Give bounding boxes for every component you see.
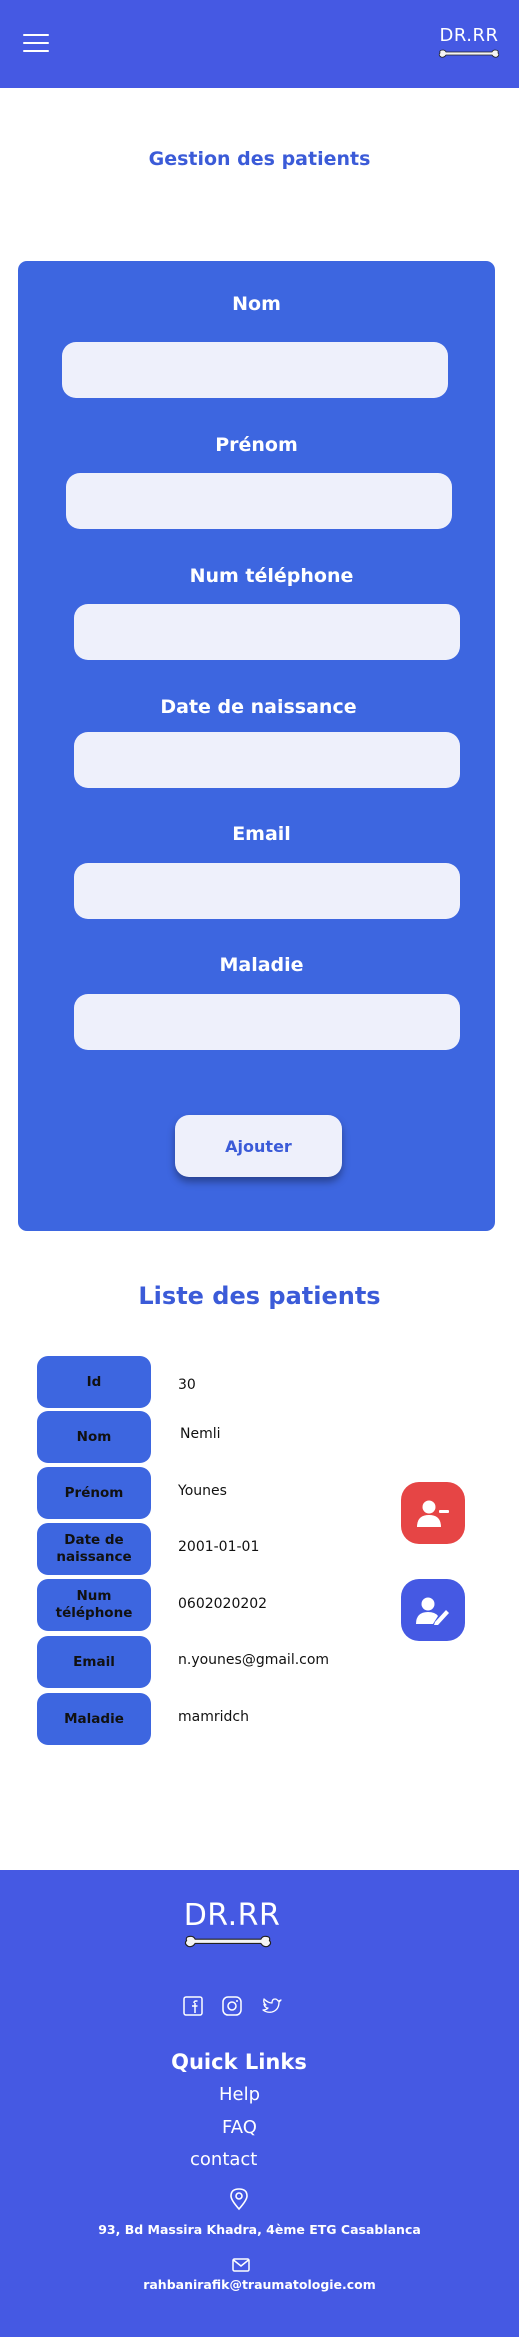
email-label: Email — [232, 823, 291, 845]
telephone-label: Num téléphone — [189, 565, 354, 587]
edit-patient-button[interactable] — [401, 1579, 465, 1641]
header-logo-text: DR.RR — [439, 25, 499, 46]
row-value-prenom: Younes — [178, 1483, 227, 1499]
footer-address: 93, Bd Massira Khadra, 4ème ETG Casablan… — [98, 2222, 421, 2237]
location-pin-icon — [230, 2188, 248, 2211]
row-value-maladie: mamridch — [178, 1709, 249, 1725]
date-naissance-label: Date de naissance — [160, 696, 357, 718]
maladie-input[interactable] — [74, 994, 460, 1050]
date-naissance-input[interactable] — [74, 732, 460, 788]
footer-logo-text: DR.RR — [183, 1898, 281, 1933]
footer-link-faq[interactable]: FAQ — [222, 2117, 257, 2138]
header-logo[interactable]: DR.RR — [437, 26, 501, 60]
patient-form-card: Nom Prénom Num téléphone Date de naissan… — [18, 261, 495, 1231]
row-key-prenom: Prénom — [37, 1467, 151, 1519]
list-title: Liste des patients — [138, 1282, 381, 1310]
email-input[interactable] — [74, 863, 460, 919]
footer-email[interactable]: rahbanirafik@traumatologie.com — [0, 2277, 519, 2292]
row-key-email: Email — [37, 1636, 151, 1688]
footer-logo[interactable]: DR.RR — [178, 1900, 286, 1956]
user-minus-icon — [417, 1500, 449, 1527]
nom-input[interactable] — [62, 342, 448, 398]
bone-icon — [438, 49, 500, 58]
twitter-icon[interactable] — [262, 1996, 282, 2016]
quick-links-title: Quick Links — [171, 2050, 307, 2074]
prenom-input[interactable] — [66, 473, 452, 529]
facebook-icon[interactable] — [183, 1996, 203, 2016]
row-value-telephone: 0602020202 — [178, 1596, 268, 1612]
instagram-icon[interactable] — [222, 1996, 242, 2016]
footer-link-help[interactable]: Help — [219, 2084, 260, 2105]
user-edit-icon — [416, 1597, 449, 1625]
row-key-nom: Nom — [37, 1411, 151, 1463]
footer: DR.RR Quick Links Help FAQ contact 93, B… — [0, 1870, 519, 2337]
row-key-telephone: Num téléphone — [37, 1579, 151, 1631]
row-value-email: n.younes@gmail.com — [178, 1652, 330, 1668]
row-value-date-naissance: 2001-01-01 — [178, 1539, 260, 1555]
prenom-label: Prénom — [215, 434, 298, 456]
ajouter-button[interactable]: Ajouter — [175, 1115, 342, 1177]
row-key-maladie: Maladie — [37, 1693, 151, 1745]
footer-link-contact[interactable]: contact — [190, 2149, 257, 2170]
maladie-label: Maladie — [219, 954, 304, 976]
row-key-date-naissance: Date de naissance — [37, 1523, 151, 1575]
delete-patient-button[interactable] — [401, 1482, 465, 1544]
row-value-nom: Nemli — [180, 1426, 221, 1442]
page-title: Gestion des patients — [148, 148, 371, 170]
telephone-input[interactable] — [74, 604, 460, 660]
envelope-icon — [232, 2258, 250, 2272]
row-value-id: 30 — [178, 1377, 196, 1393]
hamburger-menu-icon[interactable] — [23, 34, 49, 54]
row-key-id: Id — [37, 1356, 151, 1408]
footer-bone-icon — [184, 1935, 272, 1948]
nom-label: Nom — [232, 293, 281, 315]
top-navbar: DR.RR — [0, 0, 519, 88]
